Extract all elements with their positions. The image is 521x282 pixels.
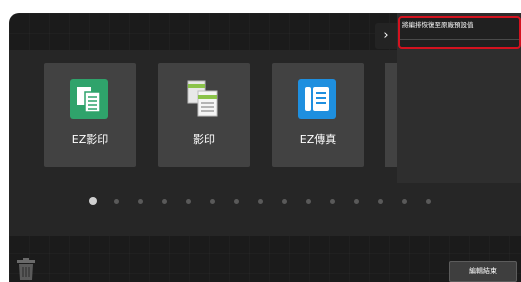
page-dot[interactable] [162, 198, 167, 204]
tile-label: EZ影印 [71, 133, 109, 146]
tile-copy[interactable]: 影印 [158, 63, 250, 167]
page-dot[interactable] [402, 198, 407, 204]
end-edit-button[interactable]: 編輯結束 [449, 261, 517, 282]
page-dot[interactable] [186, 198, 191, 204]
tile-partial[interactable] [385, 63, 397, 167]
copy-icon [187, 80, 218, 117]
restore-default-label: 將編排恢復至原廠預設值 [402, 21, 474, 29]
restore-default-layout-button[interactable]: 將編排恢復至原廠預設值 [398, 16, 521, 49]
page-dot[interactable] [114, 198, 119, 204]
page-dot-active[interactable] [89, 197, 97, 205]
tile-ez-copy[interactable]: EZ影印 [44, 63, 136, 167]
chevron-right-icon: › [383, 28, 389, 43]
page-dot[interactable] [234, 198, 239, 204]
tile-ez-fax[interactable]: EZ傳真 [272, 63, 364, 167]
ez-copy-icon [70, 79, 108, 119]
panel-toggle-button[interactable]: › [375, 23, 397, 49]
ez-fax-icon [298, 79, 336, 119]
page-dot[interactable] [138, 198, 143, 204]
trash-icon[interactable] [17, 258, 35, 280]
page-indicator [89, 196, 450, 206]
page-dot[interactable] [306, 198, 311, 204]
page-dot[interactable] [426, 198, 431, 204]
tile-label: EZ傳真 [299, 133, 337, 146]
page-dot[interactable] [282, 198, 287, 204]
page-dot[interactable] [378, 198, 383, 204]
page-dot[interactable] [354, 198, 359, 204]
home-screen-editor: › 將編排恢復至原廠預設值 EZ影印 影印 EZ傳真 編輯結束 [9, 13, 521, 282]
page-dot[interactable] [258, 198, 263, 204]
page-dot[interactable] [330, 198, 335, 204]
page-dot[interactable] [210, 198, 215, 204]
tile-label: 影印 [193, 133, 215, 146]
